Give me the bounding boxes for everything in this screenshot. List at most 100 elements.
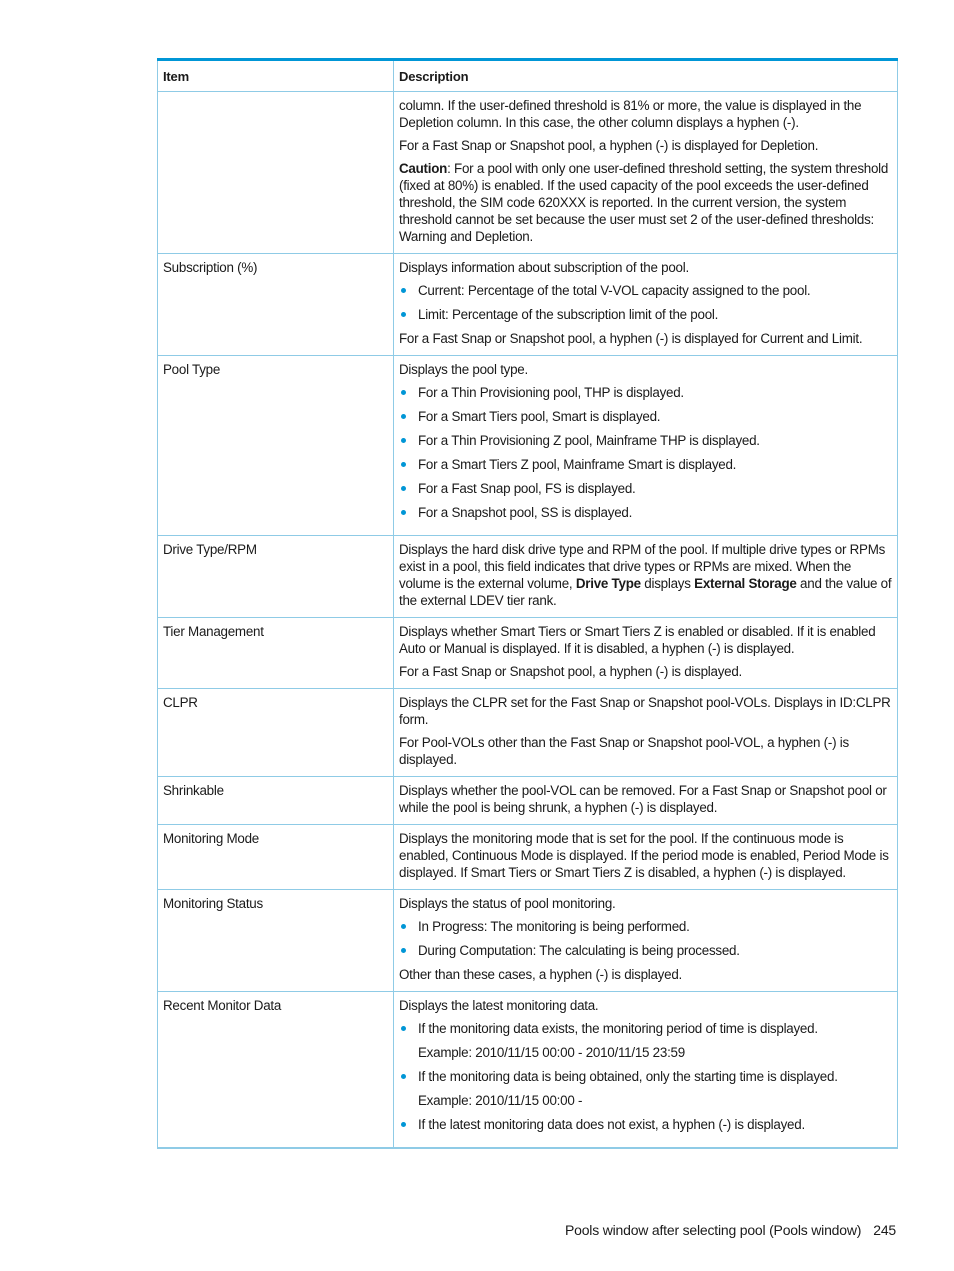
description-paragraph: Displays the CLPR set for the Fast Snap … — [399, 695, 891, 727]
item-cell: Monitoring Status — [157, 889, 394, 992]
bullet-list: For a Thin Provisioning pool, THP is dis… — [399, 384, 892, 521]
description-note: Other than these cases, a hyphen (-) is … — [399, 967, 682, 982]
list-item: If the monitoring data exists, the monit… — [399, 1020, 892, 1061]
description-paragraph: Displays whether the pool-VOL can be rem… — [399, 783, 887, 815]
list-item-text: In Progress: The monitoring is being per… — [418, 919, 690, 934]
list-item-text: For a Fast Snap pool, FS is displayed. — [418, 481, 636, 496]
table-row: Monitoring Status Displays the status of… — [157, 889, 898, 992]
item-cell — [157, 91, 394, 254]
list-item: For a Smart Tiers Z pool, Mainframe Smar… — [399, 456, 892, 473]
description-paragraph: Displays the monitoring mode that is set… — [399, 831, 889, 880]
bold-term: Drive Type — [575, 576, 641, 591]
table-row: Subscription (%) Displays information ab… — [157, 253, 898, 356]
item-cell: Recent Monitor Data — [157, 991, 394, 1149]
list-item-text: If the latest monitoring data does not e… — [418, 1117, 805, 1132]
table-header-row: Item Description — [157, 59, 898, 92]
list-item: For a Thin Provisioning pool, THP is dis… — [399, 384, 892, 401]
list-item-text: For a Thin Provisioning Z pool, Mainfram… — [418, 433, 760, 448]
bullet-icon — [401, 1074, 406, 1079]
description-paragraph: For a Fast Snap or Snapshot pool, a hyph… — [399, 138, 819, 153]
table-row: Recent Monitor Data Displays the latest … — [157, 991, 898, 1149]
caution-label: Caution — [399, 161, 448, 176]
item-cell: Subscription (%) — [157, 253, 394, 356]
column-header-description: Description — [393, 59, 898, 92]
bullet-icon — [401, 1122, 406, 1127]
description-cell: Displays the hard disk drive type and RP… — [393, 535, 898, 618]
bold-term: External Storage — [694, 576, 797, 591]
description-cell: Displays the pool type. For a Thin Provi… — [393, 355, 898, 536]
description-cell: Displays the CLPR set for the Fast Snap … — [393, 688, 898, 777]
description-cell: Displays whether Smart Tiers or Smart Ti… — [393, 617, 898, 689]
page-number: 245 — [873, 1222, 896, 1238]
description-paragraph: For a Fast Snap or Snapshot pool, a hyph… — [399, 664, 743, 679]
list-item-text: If the monitoring data is being obtained… — [418, 1069, 838, 1084]
item-cell: Tier Management — [157, 617, 394, 689]
item-cell: Drive Type/RPM — [157, 535, 394, 618]
list-item: If the monitoring data is being obtained… — [399, 1068, 892, 1109]
footer-title: Pools window after selecting pool (Pools… — [565, 1222, 862, 1238]
bullet-icon — [401, 462, 406, 467]
table-row: Shrinkable Displays whether the pool-VOL… — [157, 776, 898, 825]
table-row: Pool Type Displays the pool type. For a … — [157, 355, 898, 536]
item-cell: Shrinkable — [157, 776, 394, 825]
description-paragraph: Displays the hard disk drive type and RP… — [399, 541, 892, 609]
bullet-list: Current: Percentage of the total V-VOL c… — [399, 282, 892, 323]
bullet-icon — [401, 1026, 406, 1031]
bullet-icon — [401, 438, 406, 443]
table-row: Tier Management Displays whether Smart T… — [157, 617, 898, 689]
list-item-text: During Computation: The calculating is b… — [418, 943, 740, 958]
description-intro: Displays the latest monitoring data. — [399, 998, 599, 1013]
bullet-icon — [401, 510, 406, 515]
bullet-icon — [401, 288, 406, 293]
table-row: column. If the user-defined threshold is… — [157, 91, 898, 254]
list-item: For a Thin Provisioning Z pool, Mainfram… — [399, 432, 892, 449]
list-item-text: Current: Percentage of the total V-VOL c… — [418, 283, 811, 298]
column-header-item: Item — [157, 59, 394, 92]
list-item: If the latest monitoring data does not e… — [399, 1116, 892, 1133]
caution-text: : For a pool with only one user-defined … — [399, 161, 889, 244]
list-item-text: For a Thin Provisioning pool, THP is dis… — [418, 385, 684, 400]
list-item-text: For a Smart Tiers Z pool, Mainframe Smar… — [418, 457, 737, 472]
text-run: displays — [640, 576, 695, 591]
bullet-list: If the monitoring data exists, the monit… — [399, 1020, 892, 1133]
pool-properties-table: Item Description column. If the user-def… — [157, 58, 898, 1149]
item-cell: Pool Type — [157, 355, 394, 536]
example-text: Example: 2010/11/15 00:00 - — [418, 1093, 583, 1108]
table-row: Monitoring Mode Displays the monitoring … — [157, 824, 898, 890]
description-cell: Displays the latest monitoring data. If … — [393, 991, 898, 1149]
list-item: Limit: Percentage of the subscription li… — [399, 306, 892, 323]
item-cell: Monitoring Mode — [157, 824, 394, 890]
description-paragraph: column. If the user-defined threshold is… — [399, 98, 862, 130]
bullet-icon — [401, 924, 406, 929]
list-item: For a Fast Snap pool, FS is displayed. — [399, 480, 892, 497]
description-intro: Displays the status of pool monitoring. — [399, 896, 616, 911]
list-item: For a Snapshot pool, SS is displayed. — [399, 504, 892, 521]
bullet-icon — [401, 312, 406, 317]
description-cell: column. If the user-defined threshold is… — [393, 91, 898, 254]
list-item: Current: Percentage of the total V-VOL c… — [399, 282, 892, 299]
list-item-text: Limit: Percentage of the subscription li… — [418, 307, 719, 322]
description-intro: Displays information about subscription … — [399, 260, 689, 275]
description-cell: Displays the status of pool monitoring. … — [393, 889, 898, 992]
description-paragraph: Displays whether Smart Tiers or Smart Ti… — [399, 624, 876, 656]
description-intro: Displays the pool type. — [399, 362, 528, 377]
bullet-list: In Progress: The monitoring is being per… — [399, 918, 892, 959]
bullet-icon — [401, 390, 406, 395]
description-paragraph: For Pool-VOLs other than the Fast Snap o… — [399, 735, 849, 767]
list-item-text: For a Snapshot pool, SS is displayed. — [418, 505, 633, 520]
list-item-text: For a Smart Tiers pool, Smart is display… — [418, 409, 661, 424]
description-note: For a Fast Snap or Snapshot pool, a hyph… — [399, 331, 863, 346]
list-item: During Computation: The calculating is b… — [399, 942, 892, 959]
caution-paragraph: Caution: For a pool with only one user-d… — [399, 160, 892, 245]
list-item: In Progress: The monitoring is being per… — [399, 918, 892, 935]
item-cell: CLPR — [157, 688, 394, 777]
list-item: For a Smart Tiers pool, Smart is display… — [399, 408, 892, 425]
description-cell: Displays information about subscription … — [393, 253, 898, 356]
table-row: Drive Type/RPM Displays the hard disk dr… — [157, 535, 898, 618]
description-cell: Displays the monitoring mode that is set… — [393, 824, 898, 890]
description-cell: Displays whether the pool-VOL can be rem… — [393, 776, 898, 825]
bullet-icon — [401, 414, 406, 419]
table-row: CLPR Displays the CLPR set for the Fast … — [157, 688, 898, 777]
page-footer: Pools window after selecting pool (Pools… — [565, 1222, 896, 1238]
bullet-icon — [401, 948, 406, 953]
